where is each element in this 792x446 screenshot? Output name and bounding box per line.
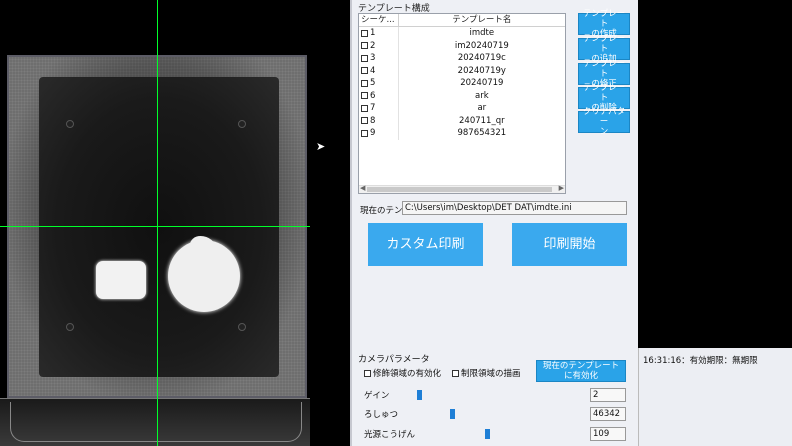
sequence-number: 2	[370, 40, 376, 51]
current-template-path-field[interactable]: C:\Users\im\Desktop\DET DAT\imdte.ini	[402, 201, 627, 215]
create-template-button[interactable]: テンプレート の作成	[578, 9, 630, 39]
apply-to-current-template-button[interactable]: 現在のテンプレート に有効化	[536, 360, 626, 382]
sample-object-square	[96, 261, 146, 299]
restrict-region-checkbox-row[interactable]: 制限領域の描画	[452, 367, 521, 379]
screw-icon	[238, 323, 246, 331]
sequence-number: 3	[370, 53, 376, 64]
sequence-cell: 5	[359, 77, 399, 90]
param-label: ろしゅつ	[364, 410, 399, 420]
template-name-cell: ar	[477, 103, 487, 114]
param-value-field[interactable]: 46342	[590, 407, 626, 421]
template-name-cell: imdte	[469, 28, 495, 39]
template-name-cell: 20240719c	[457, 53, 506, 64]
template-name-cell: 240711_qr	[459, 115, 505, 126]
screw-icon	[238, 120, 246, 128]
sequence-cell: 6	[359, 89, 399, 102]
sequence-cell: 3	[359, 52, 399, 65]
start-print-button[interactable]: 印刷開始	[512, 223, 627, 266]
status-log: 16:31:16：有効期限：無期限	[638, 348, 792, 446]
sequence-cell: 7	[359, 102, 399, 115]
row-checkbox[interactable]	[361, 129, 368, 137]
scrollbar-thumb[interactable]	[367, 187, 552, 192]
modify-region-label: 修飾領域の有効化	[373, 369, 442, 379]
table-row[interactable]: 8 240711_qr	[359, 114, 565, 127]
horizontal-scrollbar[interactable]: ◀ ▶	[359, 184, 565, 193]
template-list-header: シーケ... テンプレート名	[359, 14, 565, 27]
restrict-region-label: 制限領域の描画	[461, 369, 521, 379]
modify-region-checkbox[interactable]	[364, 369, 371, 377]
modify-template-button[interactable]: テンプレート の修正	[578, 59, 630, 89]
custom-print-button[interactable]: カスタム印刷	[368, 223, 483, 266]
param-value-field[interactable]: 2	[590, 388, 626, 402]
tray-rim	[10, 402, 302, 442]
sequence-cell: 4	[359, 64, 399, 77]
template-name-cell: im20240719	[454, 40, 509, 51]
status-log-text: 16:31:16：有効期限：無期限	[643, 356, 758, 366]
sequence-number: 7	[370, 103, 376, 114]
param-slider-thumb[interactable]	[417, 390, 423, 400]
sequence-number: 6	[370, 90, 376, 101]
param-slider[interactable]	[414, 390, 584, 400]
table-row[interactable]: 5 20240719	[359, 77, 565, 90]
table-row[interactable]: 7 ar	[359, 102, 565, 115]
table-row[interactable]: 6 ark	[359, 89, 565, 102]
sequence-number: 5	[370, 78, 376, 89]
status-area: 16:31:16：有効期限：無期限	[638, 0, 792, 446]
sequence-cell: 9	[359, 127, 399, 140]
param-value-field[interactable]: 109	[590, 427, 626, 441]
table-row[interactable]: 1 imdte	[359, 27, 565, 40]
param-slider[interactable]	[414, 429, 584, 439]
screw-icon	[66, 120, 74, 128]
column-header-template-name[interactable]: テンプレート名	[399, 14, 565, 26]
current-template-label: 現在のテン	[360, 206, 402, 216]
crosshair-horizontal	[0, 226, 310, 227]
scroll-left-icon[interactable]: ◀	[360, 184, 365, 192]
sequence-number: 4	[370, 65, 376, 76]
sequence-number: 1	[370, 28, 376, 39]
template-name-cell: 20240719y	[457, 65, 506, 76]
screw-icon	[66, 323, 74, 331]
template-name-cell: 20240719	[460, 78, 504, 89]
modify-region-checkbox-row[interactable]: 修飾領域の有効化	[364, 367, 441, 379]
camera-preview: ➤	[0, 0, 350, 446]
sequence-cell: 1	[359, 27, 399, 40]
delete-template-button[interactable]: テンプレート の削除	[578, 83, 630, 113]
row-checkbox[interactable]	[361, 29, 368, 37]
sequence-number: 9	[370, 128, 376, 139]
param-label: 光源こうげん	[364, 430, 416, 440]
row-checkbox[interactable]	[361, 67, 368, 75]
table-row[interactable]: 2 im20240719	[359, 39, 565, 52]
table-row[interactable]: 4 20240719y	[359, 64, 565, 77]
row-checkbox[interactable]	[361, 54, 368, 62]
restrict-region-checkbox[interactable]	[452, 369, 459, 377]
param-slider[interactable]	[414, 409, 584, 419]
crosshair-vertical	[157, 0, 158, 446]
row-checkbox[interactable]	[361, 79, 368, 87]
row-checkbox[interactable]	[361, 104, 368, 112]
sample-object-round	[168, 236, 240, 312]
row-checkbox[interactable]	[361, 92, 368, 100]
camera-params-title: カメラパラメータ	[358, 355, 430, 365]
row-checkbox[interactable]	[361, 42, 368, 50]
row-checkbox[interactable]	[361, 117, 368, 125]
template-name-cell: ark	[475, 90, 489, 101]
sequence-number: 8	[370, 115, 376, 126]
template-list[interactable]: シーケ... テンプレート名 1 imdte 2 im20240719 3 2024071…	[358, 13, 566, 194]
param-label: ゲイン	[364, 391, 390, 401]
table-row[interactable]: 3 20240719c	[359, 52, 565, 65]
clear-pattern-button[interactable]: クリアパター ン	[578, 107, 630, 137]
mouse-cursor-icon: ➤	[316, 140, 326, 153]
control-panel: テンプレート構成 シーケ... テンプレート名 1 imdte 2 im2024071…	[350, 0, 638, 446]
add-template-button[interactable]: テンプレート の追加	[578, 34, 630, 64]
template-name-cell: 987654321	[457, 128, 507, 139]
param-slider-thumb[interactable]	[450, 409, 456, 419]
param-slider-thumb[interactable]	[484, 429, 490, 439]
sequence-cell: 2	[359, 39, 399, 52]
sequence-cell: 8	[359, 114, 399, 127]
column-header-sequence[interactable]: シーケ...	[359, 14, 399, 26]
table-row[interactable]: 9 987654321	[359, 127, 565, 140]
scroll-right-icon[interactable]: ▶	[559, 184, 564, 192]
